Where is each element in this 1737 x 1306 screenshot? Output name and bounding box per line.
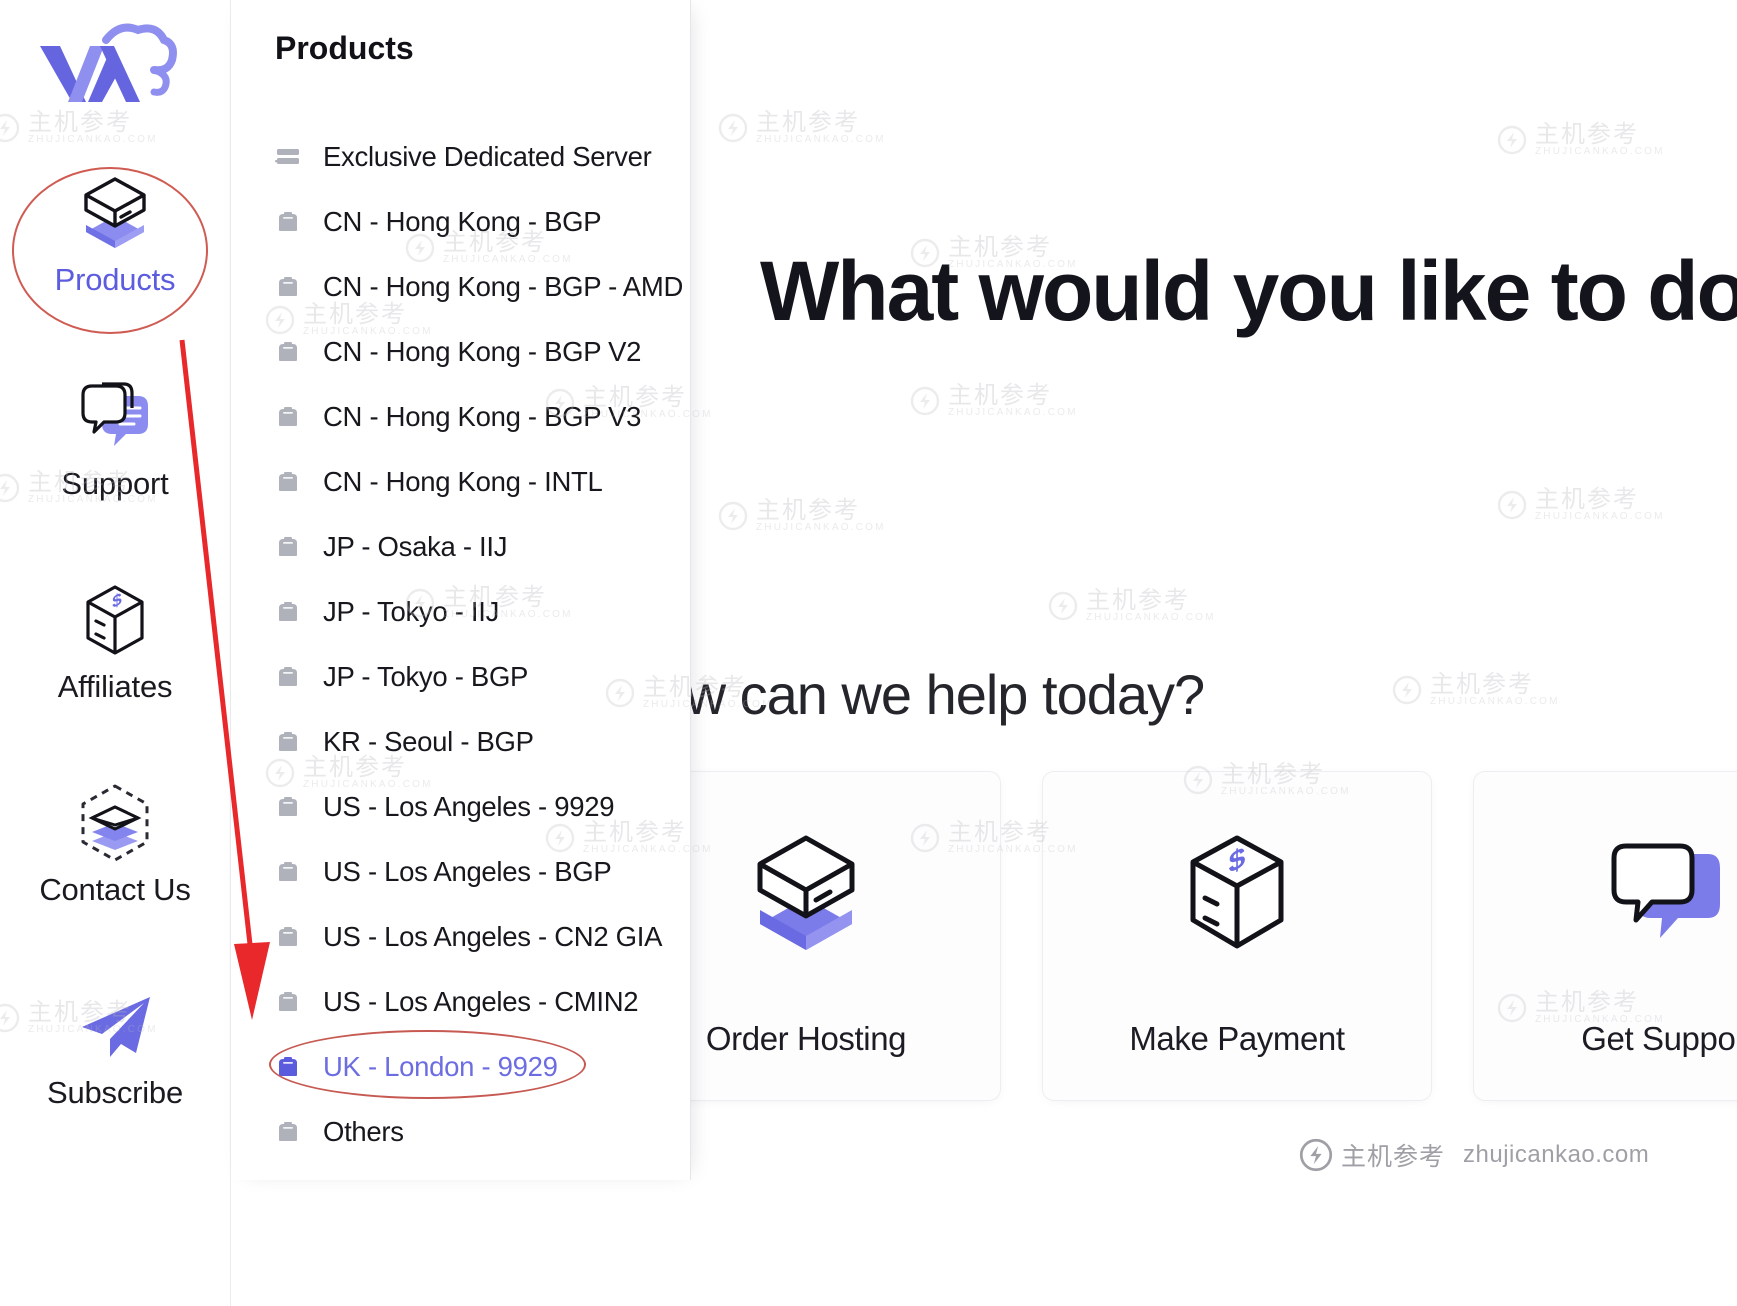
card-label: Get Support (1581, 1020, 1737, 1057)
server-box-icon (279, 601, 297, 621)
affiliates-box-icon: $ (86, 585, 144, 655)
sidebar-item-products[interactable]: Products (0, 170, 230, 298)
menu-item-label: KR - Seoul - BGP (323, 725, 534, 757)
card-get-support[interactable]: Get Support (1473, 771, 1737, 1101)
sidebar: Products Support $ Affiliates Contact Us… (0, 0, 231, 1306)
card-make-payment[interactable]: $ Make Payment (1042, 771, 1432, 1101)
support-chat-icon (81, 382, 148, 446)
menu-item-cn-hong-kong-bgp-v2[interactable]: CN - Hong Kong - BGP V2 (231, 319, 690, 384)
support-chat-icon (1611, 843, 1720, 938)
menu-item-us-los-angeles-9929[interactable]: US - Los Angeles - 9929 (231, 774, 690, 839)
sidebar-item-support[interactable]: Support (0, 374, 230, 502)
sidebar-item-label: Contact Us (39, 872, 191, 907)
server-box-icon (279, 536, 297, 556)
menu-item-label: US - Los Angeles - BGP (323, 855, 612, 887)
payment-box-icon: $ (1190, 835, 1284, 949)
server-box-icon (279, 926, 297, 946)
page-root: What would you like to do? How can we he… (0, 0, 1737, 1306)
server-box-icon (279, 406, 297, 426)
menu-item-label: CN - Hong Kong - INTL (323, 465, 603, 497)
menu-item-cn-hong-kong-bgp-amd[interactable]: CN - Hong Kong - BGP - AMD (231, 254, 690, 319)
brand-logo[interactable] (28, 18, 178, 110)
main-content: What would you like to do? How can we he… (691, 0, 1737, 1306)
menu-item-label: Exclusive Dedicated Server (323, 140, 652, 172)
products-menu-list: Exclusive Dedicated Server CN - Hong Kon… (231, 124, 690, 1164)
menu-item-jp-tokyo-iij[interactable]: JP - Tokyo - IIJ (231, 579, 690, 644)
menu-item-us-los-angeles-cmin2[interactable]: US - Los Angeles - CMIN2 (231, 969, 690, 1034)
sidebar-item-label: Subscribe (46, 1075, 184, 1110)
card-label: Make Payment (1129, 1020, 1345, 1057)
dropdown-title: Products (275, 30, 414, 66)
menu-item-label: CN - Hong Kong - BGP V3 (323, 400, 642, 432)
server-rack-icon (275, 148, 299, 164)
contact-layers-icon (81, 784, 149, 862)
menu-item-jp-tokyo-bgp[interactable]: JP - Tokyo - BGP (231, 644, 690, 709)
menu-item-cn-hong-kong-bgp-v3[interactable]: CN - Hong Kong - BGP V3 (231, 384, 690, 449)
menu-item-us-los-angeles-cn2-gia[interactable]: US - Los Angeles - CN2 GIA (231, 904, 690, 969)
menu-item-others[interactable]: Others (231, 1099, 690, 1164)
menu-item-label: Others (323, 1115, 404, 1147)
server-box-icon (279, 861, 297, 881)
menu-item-kr-seoul-bgp[interactable]: KR - Seoul - BGP (231, 709, 690, 774)
products-box-icon (84, 177, 146, 248)
server-box-icon (279, 796, 297, 816)
sidebar-item-label: Products (54, 262, 176, 297)
server-box-icon (279, 666, 297, 686)
menu-item-label: JP - Tokyo - BGP (323, 660, 529, 692)
server-box-icon (279, 341, 297, 361)
menu-item-label: US - Los Angeles - 9929 (323, 790, 615, 822)
menu-item-uk-london-9929[interactable]: UK - London - 9929 (231, 1034, 690, 1099)
server-box-icon (279, 731, 297, 751)
menu-item-jp-osaka-iij[interactable]: JP - Osaka - IIJ (231, 514, 690, 579)
server-box-icon (279, 991, 297, 1011)
menu-item-cn-hong-kong-bgp[interactable]: CN - Hong Kong - BGP (231, 189, 690, 254)
sidebar-item-subscribe[interactable]: Subscribe (0, 983, 230, 1111)
sidebar-item-affiliates[interactable]: $ Affiliates (0, 577, 230, 705)
menu-item-label: CN - Hong Kong - BGP V2 (323, 335, 642, 367)
server-box-icon (279, 211, 297, 231)
server-box-icon (279, 276, 297, 296)
products-dropdown-panel: Products Exclusive Dedicated Server CN -… (231, 0, 691, 1180)
sidebar-item-label: Support (61, 466, 169, 501)
telegram-send-icon (82, 997, 150, 1057)
server-box-icon (279, 1121, 297, 1141)
menu-item-label: US - Los Angeles - CN2 GIA (323, 920, 663, 952)
menu-item-exclusive-dedicated-server[interactable]: Exclusive Dedicated Server (231, 124, 690, 189)
menu-item-label: JP - Osaka - IIJ (323, 530, 508, 562)
menu-item-label: CN - Hong Kong - BGP (323, 205, 602, 237)
menu-item-label: CN - Hong Kong - BGP - AMD (323, 270, 684, 302)
sidebar-item-label: Affiliates (57, 669, 173, 704)
menu-item-label: US - Los Angeles - CMIN2 (323, 985, 639, 1017)
server-box-icon (279, 471, 297, 491)
server-box-icon (279, 1056, 297, 1076)
menu-item-label: UK - London - 9929 (323, 1050, 558, 1082)
hosting-box-icon (757, 835, 855, 950)
menu-item-cn-hong-kong-intl[interactable]: CN - Hong Kong - INTL (231, 449, 690, 514)
menu-item-label: JP - Tokyo - IIJ (323, 595, 500, 627)
menu-item-us-los-angeles-bgp[interactable]: US - Los Angeles - BGP (231, 839, 690, 904)
quick-action-cards: Order Hosting $ Make Payment Get Suppo (691, 771, 1737, 1101)
card-label: Order Hosting (705, 1020, 907, 1057)
page-title: What would you like to do? (760, 244, 1737, 338)
page-subtitle: How can we help today? (691, 663, 1205, 726)
sidebar-item-contact-us[interactable]: Contact Us (0, 780, 230, 908)
card-order-hosting[interactable]: Order Hosting (691, 771, 1001, 1101)
